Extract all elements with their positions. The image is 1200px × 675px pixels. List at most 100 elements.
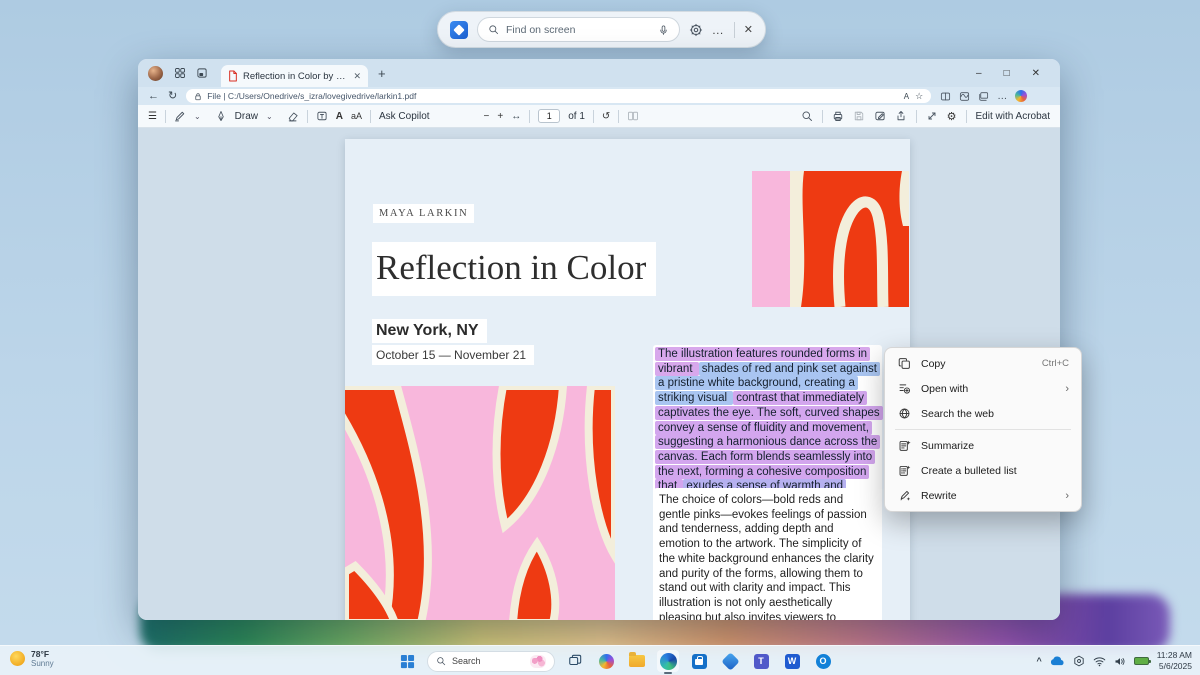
- volume-icon[interactable]: [1114, 656, 1126, 667]
- browser-essentials-icon[interactable]: [959, 91, 970, 102]
- share-icon[interactable]: [895, 110, 907, 122]
- save-icon: [853, 110, 865, 122]
- pdf-settings-icon[interactable]: ⚙: [947, 110, 957, 123]
- tray-overflow-chevron[interactable]: ^: [1036, 656, 1041, 666]
- draw-chevron-icon[interactable]: ⌄: [266, 112, 273, 121]
- menu-item-copy[interactable]: Copy Ctrl+C: [885, 351, 1081, 376]
- find-placeholder: Find on screen: [506, 23, 576, 36]
- ask-copilot-button[interactable]: Ask Copilot: [379, 111, 430, 122]
- print-icon[interactable]: [832, 110, 844, 122]
- rotate-icon[interactable]: ↺: [602, 111, 610, 122]
- taskbar-weather[interactable]: 78°F Sunny: [10, 649, 54, 669]
- tab-close-icon[interactable]: ✕: [353, 71, 361, 82]
- favorite-star-icon[interactable]: ☆: [915, 91, 923, 102]
- back-button[interactable]: ←: [148, 90, 159, 102]
- artwork-bottom-left: [345, 386, 615, 620]
- active-tab[interactable]: Reflection in Color by Maya Larki ✕: [221, 65, 368, 87]
- menu-item-open-with[interactable]: Open with ›: [885, 376, 1081, 401]
- outlook-icon: O: [815, 653, 831, 669]
- battery-icon[interactable]: [1133, 657, 1151, 665]
- edit-with-acrobat-button[interactable]: Edit with Acrobat: [976, 111, 1050, 122]
- draw-label[interactable]: Draw: [235, 111, 258, 122]
- tab-actions-icon[interactable]: [196, 67, 208, 79]
- menu-item-summarize[interactable]: Summarize: [885, 433, 1081, 458]
- profile-avatar[interactable]: [148, 65, 163, 81]
- menu-item-search-web[interactable]: Search the web: [885, 401, 1081, 426]
- close-icon[interactable]: ✕: [744, 23, 753, 36]
- url-text: File | C:/Users/Onedrive/s_izra/lovegive…: [207, 91, 417, 101]
- menu-item-bulleted-list[interactable]: Create a bulleted list: [885, 458, 1081, 483]
- file-explorer-button[interactable]: [626, 650, 648, 672]
- copilot-app-button[interactable]: [595, 650, 617, 672]
- settings-gear-icon[interactable]: [689, 23, 703, 37]
- fullscreen-icon[interactable]: [926, 110, 938, 122]
- sun-icon: [10, 651, 25, 667]
- teams-button[interactable]: T: [750, 650, 772, 672]
- find-on-screen-input[interactable]: Find on screen: [477, 17, 680, 42]
- read-aloud-button[interactable]: A: [336, 111, 343, 122]
- folder-icon: [629, 652, 645, 667]
- zoom-in-button[interactable]: +: [497, 111, 503, 122]
- globe-search-icon: [897, 407, 911, 420]
- taskbar-clock[interactable]: 11:28 AM 5/6/2025: [1157, 650, 1192, 671]
- page-view-icon[interactable]: [627, 110, 639, 122]
- address-bar[interactable]: File | C:/Users/Onedrive/s_izra/lovegive…: [186, 89, 932, 103]
- minimize-button[interactable]: –: [976, 68, 982, 79]
- zoom-out-button[interactable]: −: [484, 111, 490, 122]
- copilot-icon[interactable]: [1015, 90, 1028, 102]
- new-tab-button[interactable]: +: [378, 66, 386, 81]
- eraser-icon[interactable]: [287, 110, 299, 122]
- more-options-icon[interactable]: …: [712, 23, 725, 37]
- word-button[interactable]: W: [781, 650, 803, 672]
- refresh-button[interactable]: ↻: [168, 90, 177, 102]
- maximize-button[interactable]: □: [1004, 68, 1010, 79]
- doc-author: MAYA LARKIN: [373, 204, 475, 223]
- pdf-file-icon: [228, 70, 238, 82]
- collections-icon[interactable]: [978, 91, 989, 102]
- body-paragraph[interactable]: The choice of colors—bold reds and gentl…: [653, 488, 882, 620]
- context-menu: Copy Ctrl+C Open with › Search the web S…: [884, 347, 1082, 512]
- lock-icon: [194, 92, 202, 101]
- draw-pen-icon[interactable]: [215, 110, 227, 122]
- highlighter-icon[interactable]: [174, 110, 186, 122]
- translate-icon[interactable]: aA: [351, 111, 362, 121]
- browser-menu-icon[interactable]: …: [997, 91, 1007, 102]
- edge-button[interactable]: [657, 650, 679, 674]
- dev-home-button[interactable]: [719, 650, 741, 672]
- microphone-icon[interactable]: [658, 24, 669, 36]
- outlook-button[interactable]: O: [812, 650, 834, 672]
- window-close-button[interactable]: ✕: [1032, 68, 1040, 79]
- split-screen-icon[interactable]: [940, 91, 951, 102]
- wifi-icon[interactable]: [1093, 656, 1106, 667]
- highlight-segment[interactable]: contrast that immediately captivates the…: [655, 391, 883, 494]
- highlighted-paragraph[interactable]: The illustration features rounded forms …: [653, 345, 883, 511]
- microsoft-store-button[interactable]: [688, 650, 710, 672]
- word-icon: W: [784, 653, 800, 669]
- navigation-bar: ← ↻ File | C:/Users/Onedrive/s_izra/love…: [138, 87, 1060, 105]
- task-view-button[interactable]: [564, 650, 586, 672]
- submenu-chevron-icon: ›: [1065, 489, 1069, 502]
- page-number-input[interactable]: 1: [538, 109, 561, 123]
- menu-item-rewrite[interactable]: Rewrite ›: [885, 483, 1081, 508]
- onedrive-cloud-icon[interactable]: [1050, 656, 1065, 666]
- save-as-icon[interactable]: [874, 110, 886, 122]
- pdf-search-icon[interactable]: [801, 110, 813, 122]
- search-highlight-image[interactable]: [530, 654, 546, 668]
- doc-location: New York, NY: [372, 319, 487, 343]
- tab-strip: Reflection in Color by Maya Larki ✕ + – …: [138, 59, 1060, 87]
- artwork-top-right: [752, 171, 909, 307]
- page-count-label: of 1: [568, 110, 585, 122]
- start-button[interactable]: [396, 650, 418, 672]
- edge-icon: [659, 652, 677, 670]
- table-of-contents-icon[interactable]: ☰: [148, 111, 157, 122]
- taskbar-search-box[interactable]: Search: [427, 650, 555, 672]
- workspaces-icon[interactable]: [174, 67, 186, 79]
- text-select-icon[interactable]: [316, 110, 328, 122]
- store-icon: [691, 653, 707, 669]
- menu-label: Search the web: [921, 407, 994, 420]
- read-aloud-icon[interactable]: A: [904, 92, 909, 101]
- security-hexagon-icon[interactable]: [1073, 655, 1085, 667]
- find-on-screen-bar: Find on screen … ✕: [437, 11, 766, 48]
- highlighter-chevron-icon[interactable]: ⌄: [194, 112, 201, 121]
- fit-to-width-icon[interactable]: ↔: [511, 111, 521, 122]
